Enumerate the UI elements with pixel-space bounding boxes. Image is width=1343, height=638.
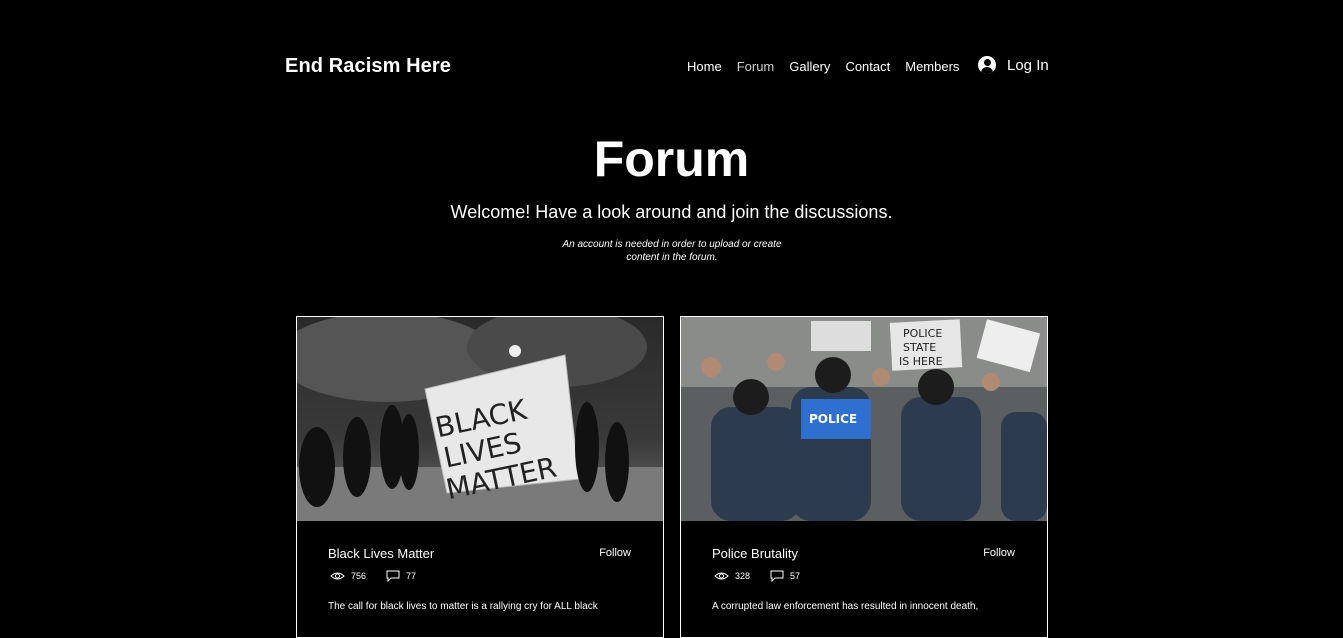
views-icon bbox=[330, 572, 345, 580]
category-description: The call for black lives to matter is a … bbox=[328, 601, 598, 612]
svg-text:POLICE: POLICE bbox=[809, 412, 857, 426]
protest-photo: BLACK LIVES MATTER bbox=[297, 317, 663, 521]
nav-forum[interactable]: Forum bbox=[737, 59, 775, 75]
category-stats: 328 57 bbox=[714, 570, 800, 582]
category-card-black-lives-matter[interactable]: BLACK LIVES MATTER Black Lives Matter Fo… bbox=[296, 316, 664, 638]
svg-text:STATE: STATE bbox=[903, 341, 936, 354]
site-title[interactable]: End Racism Here bbox=[285, 55, 451, 78]
category-card-police-brutality[interactable]: POLICE STATE IS HERE POLICE Police Bruta… bbox=[680, 316, 1048, 638]
svg-text:POLICE: POLICE bbox=[903, 327, 942, 340]
user-avatar-icon bbox=[978, 56, 996, 74]
page-title: Forum bbox=[593, 131, 750, 187]
nav-contact[interactable]: Contact bbox=[845, 59, 890, 75]
protest-sign-text: POLICE STATE IS HERE bbox=[899, 327, 943, 368]
account-note: An account is needed in order to upload … bbox=[552, 238, 792, 264]
account-note-line-2: content in the forum. bbox=[626, 252, 718, 263]
follow-button[interactable]: Follow bbox=[983, 547, 1015, 559]
page-subtitle: Welcome! Have a look around and join the… bbox=[450, 202, 893, 222]
main-nav: Home Forum Gallery Contact Members bbox=[687, 59, 974, 75]
views-count: 328 bbox=[735, 571, 751, 581]
account-note-line-1: An account is needed in order to upload … bbox=[562, 239, 782, 250]
police-photo: POLICE STATE IS HERE POLICE bbox=[681, 317, 1047, 521]
login-label: Log In bbox=[1007, 56, 1049, 74]
login-button[interactable]: Log In bbox=[978, 56, 1049, 74]
nav-gallery[interactable]: Gallery bbox=[789, 59, 830, 75]
follow-button[interactable]: Follow bbox=[599, 547, 631, 559]
comments-count: 77 bbox=[406, 571, 417, 581]
nav-members[interactable]: Members bbox=[905, 59, 959, 75]
category-image-black-lives-matter[interactable]: BLACK LIVES MATTER bbox=[297, 317, 663, 521]
comments-icon bbox=[386, 570, 400, 582]
comments-icon bbox=[770, 570, 784, 582]
category-title[interactable]: Police Brutality bbox=[712, 546, 798, 561]
comments-count: 57 bbox=[790, 571, 801, 581]
category-image-police-brutality[interactable]: POLICE STATE IS HERE POLICE bbox=[681, 317, 1047, 521]
views-icon bbox=[714, 572, 729, 580]
nav-home[interactable]: Home bbox=[687, 59, 722, 75]
svg-text:IS HERE: IS HERE bbox=[899, 355, 943, 368]
category-stats: 756 77 bbox=[330, 570, 416, 582]
views-count: 756 bbox=[351, 571, 367, 581]
category-title[interactable]: Black Lives Matter bbox=[328, 546, 434, 561]
category-description: A corrupted law enforcement has resulted… bbox=[712, 601, 979, 612]
